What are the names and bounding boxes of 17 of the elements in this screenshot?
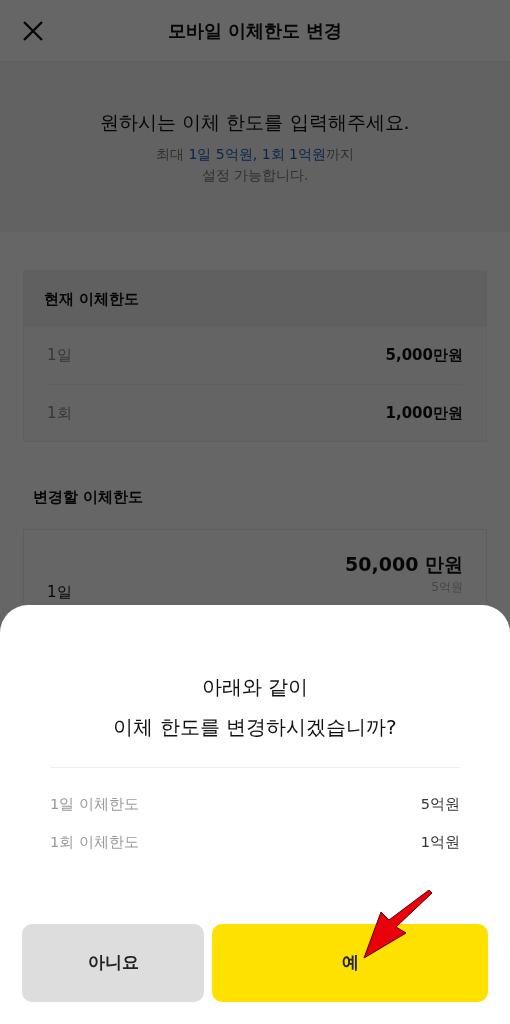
no-button[interactable]: 아니요 [22, 924, 204, 1002]
summary-value: 5억원 [420, 795, 460, 815]
summary-label: 1회 이체한도 [50, 833, 139, 853]
limit-amount: 50,000 만원 [345, 551, 463, 577]
limit-label: 1일 [47, 582, 72, 604]
intro-heading: 원하시는 이체 한도를 입력해주세요. [100, 109, 410, 135]
limit-value: 5,000만원 [385, 345, 463, 367]
dialog-title: 아래와 같이 [200, 674, 310, 701]
dialog-title: 이체 한도를 변경하시겠습니까? [112, 714, 398, 741]
yes-button[interactable]: 예 [212, 924, 488, 1002]
section-title: 변경할 이체한도 [32, 487, 145, 508]
card-title: 현재 이체한도 [44, 288, 140, 310]
limit-value: 1,000만원 [385, 402, 463, 424]
close-icon[interactable] [22, 20, 44, 42]
summary-value: 1억원 [420, 833, 460, 853]
summary-label: 1일 이체한도 [50, 795, 139, 815]
page-title: 모바일 이체한도 변경 [167, 19, 343, 43]
